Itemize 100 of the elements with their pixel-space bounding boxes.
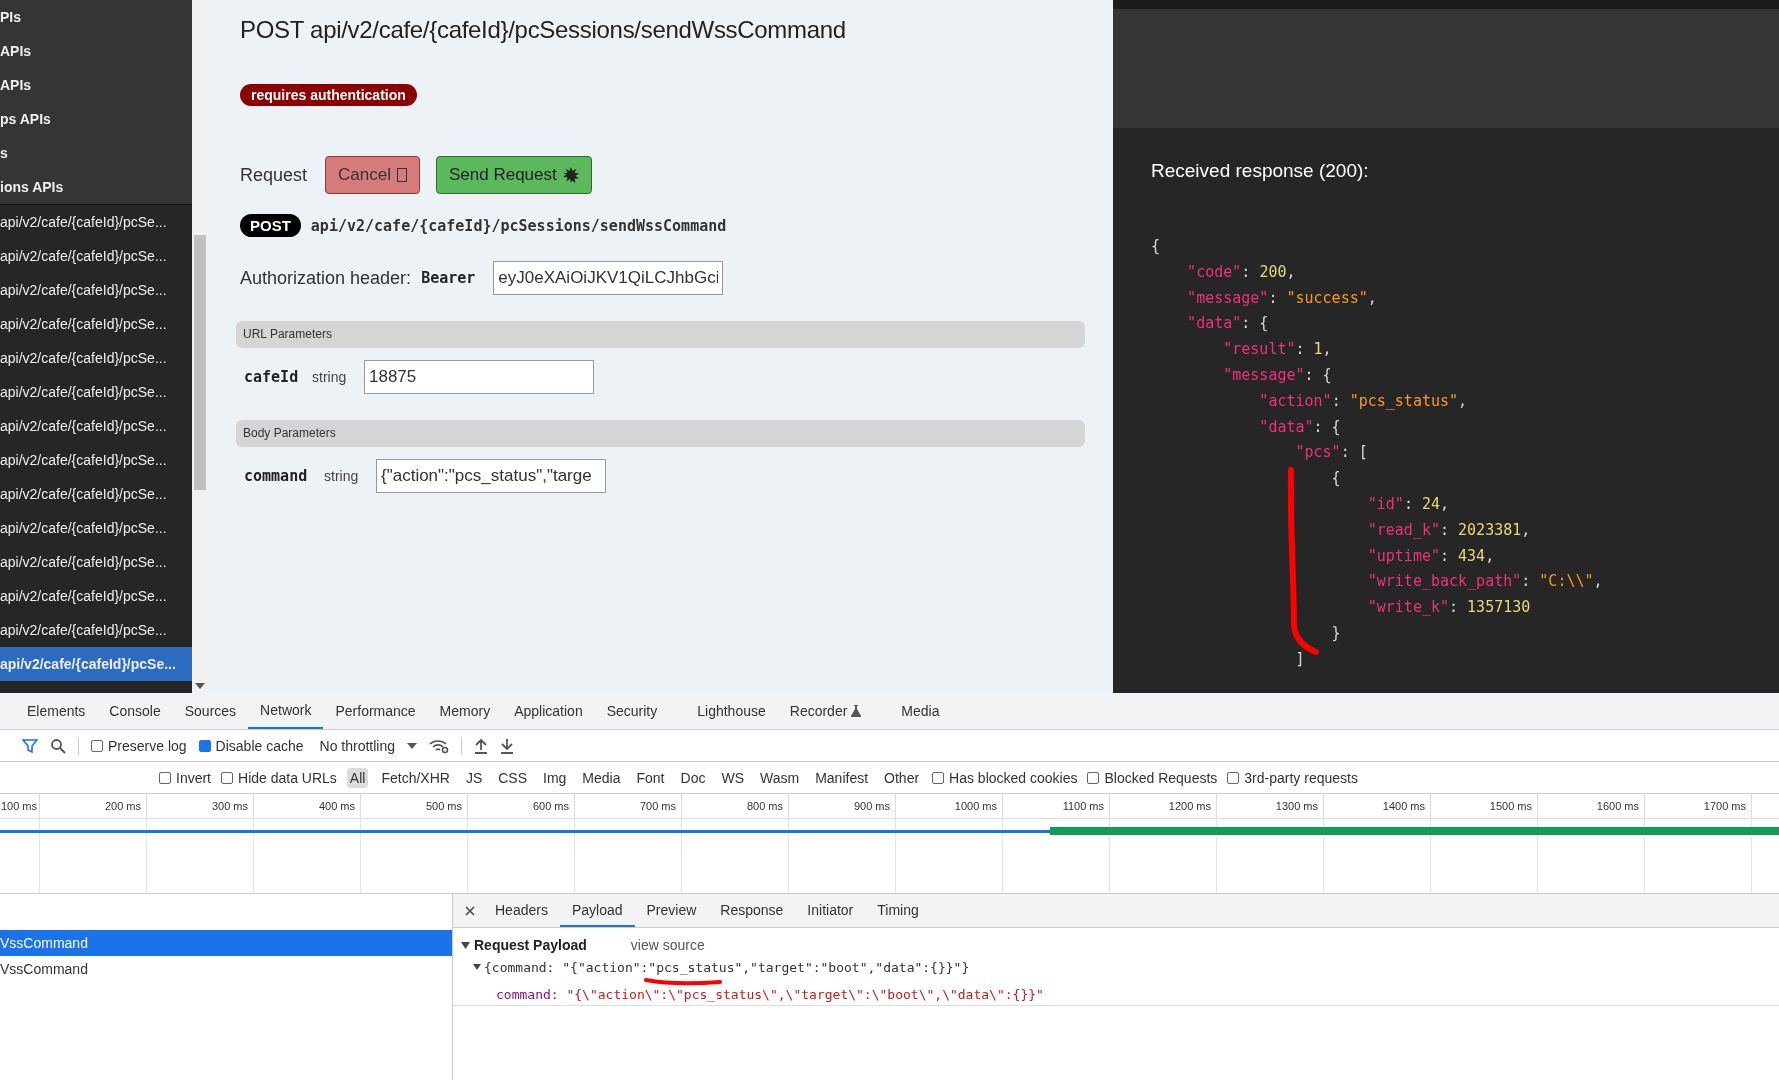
timeline-tick: 1300 ms <box>1217 794 1324 818</box>
sidebar-item[interactable]: api/v2/cafe/{cafeId}/pcSe... <box>0 307 192 341</box>
checkbox[interactable] <box>159 771 171 784</box>
type-filter-button[interactable]: Fetch/XHR <box>378 767 453 788</box>
sidebar-item[interactable]: api/v2/cafe/{cafeId}/pcSe... <box>0 409 192 443</box>
sidebar-category[interactable]: PIs <box>0 0 192 34</box>
throttling-dropdown[interactable]: No throttling <box>319 737 395 754</box>
type-filter-button[interactable]: Doc <box>677 767 709 788</box>
sidebar-item[interactable]: api/v2/cafe/{cafeId}/pcSe... <box>0 341 192 375</box>
devtools-tab[interactable]: Application <box>502 693 595 729</box>
detail-tab[interactable]: Preview <box>634 894 709 927</box>
sidebar-item[interactable]: api/v2/cafe/{cafeId}/pcSe... <box>0 443 192 477</box>
devtools-tab[interactable]: Memory <box>427 693 503 729</box>
param-name: cafeId <box>244 368 300 386</box>
type-filter-button[interactable]: Manifest <box>812 767 872 788</box>
caret-icon[interactable] <box>407 742 417 749</box>
type-filter-button[interactable]: CSS <box>495 767 530 788</box>
param-field[interactable]: 18875 <box>364 360 594 394</box>
code-line: ] <box>1294 648 1306 670</box>
code-line: "data": { <box>1258 416 1342 438</box>
code-line: "read_k": 2023381, <box>1366 519 1532 541</box>
type-filter-button[interactable]: WS <box>718 767 747 788</box>
expand-triangle-icon[interactable] <box>473 964 481 970</box>
sidebar-category[interactable]: s <box>0 136 192 170</box>
code-line: { <box>1151 236 1162 257</box>
type-filter-button[interactable]: JS <box>462 767 486 788</box>
checkbox[interactable] <box>221 771 233 784</box>
request-row[interactable]: VssCommand <box>0 930 452 956</box>
type-filter-button[interactable]: Font <box>633 767 668 788</box>
devtools-tab[interactable]: Media <box>889 693 952 729</box>
devtools-tab[interactable]: Security <box>594 693 670 729</box>
download-icon[interactable] <box>500 737 514 754</box>
detail-tab[interactable]: Payload <box>559 894 635 927</box>
scrollbar-thumb[interactable] <box>194 235 206 490</box>
sidebar-item[interactable]: api/v2/cafe/{cafeId}/pcSe... <box>0 477 192 511</box>
view-source-link[interactable]: view source <box>630 937 705 953</box>
token-field[interactable]: eyJ0eXAiOiJKV1QiLCJhbGci <box>493 261 724 295</box>
request-row[interactable]: VssCommand <box>0 956 452 982</box>
sidebar-item[interactable]: api/v2/cafe/{cafeId}/pcSe... <box>0 579 192 613</box>
code-line: { <box>1330 468 1342 490</box>
filter-icon[interactable] <box>22 737 38 754</box>
devtools-tab[interactable]: Lighthouse <box>685 693 778 729</box>
devtools-tab[interactable]: Sources <box>172 693 249 729</box>
devtools-tab[interactable]: Recorder <box>777 693 874 729</box>
type-filter-button[interactable]: Media <box>579 767 624 788</box>
sidebar-item[interactable]: api/v2/cafe/{cafeId}/pcSe... <box>0 511 192 545</box>
expand-triangle-icon[interactable] <box>461 941 470 949</box>
sidebar-item[interactable]: api/v2/cafe/{cafeId}/pcSe... <box>0 545 192 579</box>
checkbox[interactable] <box>198 739 211 752</box>
checkbox-label: Invert <box>176 769 211 786</box>
timeline-tick: 1600 ms <box>1538 794 1645 818</box>
method-badge: POST <box>240 214 301 237</box>
checkbox[interactable] <box>932 771 945 784</box>
search-icon[interactable] <box>50 737 66 754</box>
cancel-button[interactable]: Cancel <box>325 156 420 194</box>
timeline-tick: 200 ms <box>40 794 147 818</box>
close-icon[interactable] <box>465 905 475 916</box>
devtools-tab[interactable]: Performance <box>323 693 428 729</box>
payload-summary: {command: "{"action":"pcs_status","target":"boot","data":{}}"} <box>484 959 970 975</box>
detail-tab[interactable]: Headers <box>483 894 560 927</box>
type-filter-button[interactable]: Img <box>540 767 570 788</box>
sidebar-item[interactable]: api/v2/cafe/{cafeId}/pcSe... <box>0 273 192 307</box>
scroll-down-icon[interactable] <box>195 683 205 689</box>
sidebar-category[interactable]: APIs <box>0 68 192 102</box>
sidebar-item[interactable]: api/v2/cafe/{cafeId}/pcSe... <box>0 239 192 273</box>
detail-tab[interactable]: Initiator <box>795 894 866 927</box>
devtools-tab[interactable]: Elements <box>15 693 98 729</box>
detail-tab[interactable]: Timing <box>865 894 931 927</box>
param-field[interactable]: {"action":"pcs_status","targe <box>376 459 606 493</box>
sidebar-category[interactable]: ps APIs <box>0 102 192 136</box>
checkbox-label: Blocked Requests <box>1104 769 1218 786</box>
timeline-tick: 800 ms <box>682 794 789 818</box>
timeline-tick: 900 ms <box>789 794 896 818</box>
checkbox[interactable] <box>91 739 103 752</box>
sidebar-item[interactable]: api/v2/cafe/{cafeId}/pcSe... <box>0 647 192 681</box>
code-line: "data": { <box>1186 313 1270 335</box>
sidebar-item[interactable]: api/v2/cafe/{cafeId}/pcSe... <box>0 613 192 647</box>
sidebar-category[interactable]: APIs <box>0 34 192 68</box>
wifi-gear-icon[interactable] <box>429 737 449 754</box>
timeline-tick: 1500 ms <box>1431 794 1538 818</box>
checkbox-label: Disable cache <box>215 737 304 754</box>
timeline-tick: 100 ms <box>0 794 40 818</box>
type-filter-button[interactable]: Wasm <box>757 767 803 788</box>
auth-label: Authorization header: <box>240 267 412 289</box>
devtools-tab[interactable]: Console <box>97 693 173 729</box>
upload-icon[interactable] <box>474 737 488 754</box>
checkbox[interactable] <box>1087 771 1100 784</box>
timeline-tick: 500 ms <box>361 794 468 818</box>
send-request-button[interactable]: Send Request <box>435 156 592 194</box>
devtools-tab[interactable]: Network <box>248 693 324 729</box>
timeline-tick: 1700 ms <box>1645 794 1752 818</box>
checkbox[interactable] <box>1227 771 1240 784</box>
sidebar-item[interactable]: api/v2/cafe/{cafeId}/pcSe... <box>0 205 192 239</box>
type-filter-button[interactable]: Other <box>881 767 923 788</box>
detail-tab[interactable]: Response <box>708 894 796 927</box>
sidebar-category[interactable]: ions APIs <box>0 170 192 204</box>
scrollbar[interactable] <box>192 0 208 693</box>
starburst-icon <box>562 167 579 183</box>
type-filter-button[interactable]: All <box>346 767 369 788</box>
sidebar-item[interactable]: api/v2/cafe/{cafeId}/pcSe... <box>0 375 192 409</box>
